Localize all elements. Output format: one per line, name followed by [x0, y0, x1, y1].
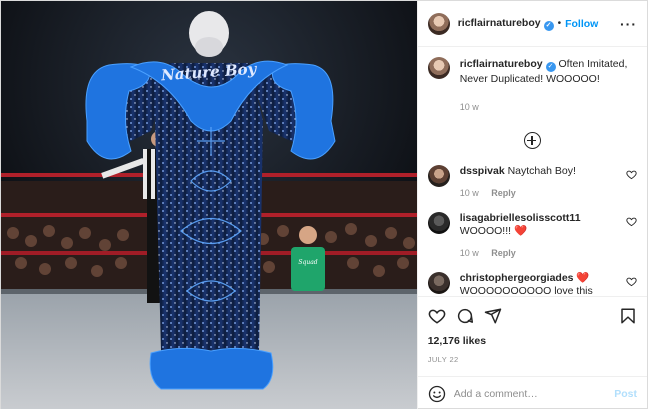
avatar[interactable]: [427, 272, 450, 294]
post-side-panel: ricflairnatureboy ✓ • Follow ··· ricflair…: [416, 1, 647, 409]
heart-icon[interactable]: [626, 216, 637, 227]
comment-text: WOOOO!!! ❤️: [459, 225, 528, 237]
plus-circle-icon[interactable]: [523, 132, 541, 149]
separator: •: [557, 18, 562, 29]
caption-time: 10 w: [459, 102, 479, 112]
post-header: ricflairnatureboy ✓ • Follow ···: [417, 1, 647, 47]
comment-time: 10 w: [459, 188, 479, 198]
action-icons: [428, 305, 637, 327]
instagram-post-modal: Squad Nature Boy ricflairnatureboy ✓ • F…: [0, 0, 648, 409]
heart-icon[interactable]: [428, 307, 446, 325]
comment-username[interactable]: lisagabriellesolisscott11: [460, 212, 581, 224]
reply-button[interactable]: Reply: [491, 188, 516, 198]
avatar[interactable]: [427, 57, 450, 79]
follow-button[interactable]: Follow: [565, 18, 598, 30]
verified-icon: ✓: [545, 62, 556, 72]
emoji-icon[interactable]: [428, 385, 446, 403]
comments-section[interactable]: ricflairnatureboy ✓ Often Imitated, Never…: [418, 47, 647, 296]
shirt-text: Squad: [298, 259, 317, 266]
comment-username[interactable]: dsspivak: [460, 165, 505, 177]
post-photo[interactable]: Squad Nature Boy: [1, 1, 417, 409]
reply-button[interactable]: Reply: [491, 248, 516, 258]
caption-text: ricflairnatureboy ✓ Often Imitated, Never…: [460, 57, 630, 114]
likes-count[interactable]: 12,176 likes: [428, 335, 637, 347]
avatar[interactable]: [427, 165, 450, 187]
load-more: [428, 132, 637, 149]
comment-body: christophergeorgiades ❤️ WOOOOOOOOOO lov…: [460, 272, 620, 296]
caption: ricflairnatureboy ✓ Often Imitated, Never…: [427, 57, 637, 114]
caption-username[interactable]: ricflairnatureboy: [460, 58, 543, 70]
list-item: christophergeorgiades ❤️ WOOOOOOOOOO lov…: [427, 272, 637, 296]
post-actions: 12,176 likes JULY 22: [417, 296, 647, 376]
list-item: dsspivak Naytchah Boy! 10 w Reply: [427, 165, 637, 200]
comment-body: dsspivak Naytchah Boy! 10 w Reply: [460, 165, 620, 200]
list-item: lisagabriellesolisscott11 WOOOO!!! ❤️ 10…: [427, 212, 637, 260]
avatar[interactable]: [427, 12, 450, 35]
comment-icon[interactable]: [456, 307, 474, 325]
verified-icon: ✓: [543, 20, 554, 31]
more-icon[interactable]: ···: [620, 16, 637, 32]
post-date: JULY 22: [427, 355, 459, 364]
comment-body: lisagabriellesolisscott11 WOOOO!!! ❤️ 10…: [460, 212, 620, 260]
comment-meta: 10 w Reply: [460, 247, 620, 260]
comment-meta: 10 w Reply: [460, 187, 620, 200]
wrestler-robe-image: Squad Nature Boy: [1, 1, 417, 409]
share-icon[interactable]: [484, 307, 502, 325]
bookmark-icon[interactable]: [619, 307, 637, 325]
heart-icon[interactable]: [626, 169, 637, 180]
comment-username[interactable]: christophergeorgiades: [460, 272, 574, 284]
comment-input[interactable]: [453, 387, 615, 400]
comment-text: Naytchah Boy!: [507, 165, 576, 177]
add-comment-bar: Post: [417, 376, 647, 409]
heart-icon[interactable]: [626, 276, 637, 287]
post-button[interactable]: Post: [614, 388, 637, 400]
avatar[interactable]: [427, 212, 450, 234]
header-username[interactable]: ricflairnatureboy ✓: [458, 17, 554, 31]
comment-time: 10 w: [459, 248, 479, 258]
